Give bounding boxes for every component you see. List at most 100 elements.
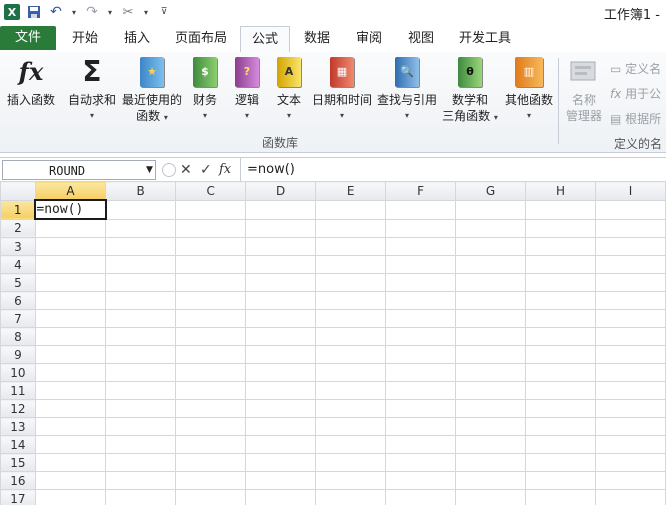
cell[interactable] — [34, 273, 107, 292]
date-time-button[interactable]: ▦ 日期和时间 ▾ — [310, 56, 374, 124]
cell[interactable] — [105, 199, 177, 220]
cell[interactable] — [245, 453, 317, 472]
tab-file[interactable]: 文件 — [0, 26, 56, 50]
active-cell[interactable]: =now() — [34, 199, 107, 220]
cell[interactable] — [105, 273, 177, 292]
tab-insert[interactable]: 插入 — [114, 26, 160, 52]
cell[interactable] — [34, 255, 107, 274]
cell[interactable] — [595, 237, 666, 256]
cell[interactable] — [175, 255, 247, 274]
cell[interactable] — [595, 489, 666, 505]
cell[interactable] — [315, 199, 387, 220]
cell[interactable] — [245, 381, 317, 400]
cell[interactable] — [595, 417, 666, 436]
cell[interactable] — [525, 327, 597, 346]
text-button[interactable]: A 文本 ▾ — [272, 56, 306, 124]
cell[interactable] — [34, 417, 107, 436]
column-header[interactable]: D — [245, 181, 317, 201]
cell[interactable] — [34, 218, 107, 238]
row-header[interactable]: 14 — [0, 435, 36, 454]
cell[interactable] — [525, 199, 597, 220]
customize-qat-icon[interactable]: ⊽ — [156, 4, 172, 20]
cell[interactable] — [105, 237, 177, 256]
cell[interactable] — [175, 309, 247, 328]
cell[interactable] — [315, 345, 387, 364]
row-header[interactable]: 3 — [0, 237, 36, 256]
cell[interactable] — [455, 199, 527, 220]
tab-view[interactable]: 视图 — [398, 26, 444, 52]
tab-developer[interactable]: 开发工具 — [452, 26, 518, 52]
cell[interactable] — [105, 381, 177, 400]
redo-dropdown-icon[interactable]: ▾ — [106, 4, 114, 20]
row-header[interactable]: 5 — [0, 273, 36, 292]
cell[interactable] — [245, 327, 317, 346]
row-header[interactable]: 6 — [0, 291, 36, 310]
cell[interactable] — [595, 399, 666, 418]
define-name-button[interactable]: ▭ 定义名 — [610, 60, 661, 77]
cancel-icon[interactable]: ✕ — [180, 160, 192, 180]
cell[interactable] — [385, 218, 457, 238]
cell[interactable] — [105, 363, 177, 382]
cell[interactable] — [385, 327, 457, 346]
cell[interactable] — [245, 363, 317, 382]
cell[interactable] — [385, 381, 457, 400]
row-header[interactable]: 1 — [0, 199, 36, 220]
cell[interactable] — [245, 237, 317, 256]
cell[interactable] — [175, 291, 247, 310]
cell[interactable] — [455, 255, 527, 274]
row-header[interactable]: 17 — [0, 489, 36, 505]
name-box[interactable]: ROUND — [2, 160, 156, 180]
cell[interactable] — [595, 309, 666, 328]
cell[interactable] — [315, 417, 387, 436]
cell[interactable] — [175, 363, 247, 382]
cell[interactable] — [525, 417, 597, 436]
lookup-reference-button[interactable]: 🔍 查找与引用 ▾ — [376, 56, 438, 124]
cell[interactable] — [385, 309, 457, 328]
cell[interactable] — [34, 291, 107, 310]
cell[interactable] — [595, 381, 666, 400]
cell[interactable] — [385, 453, 457, 472]
cell[interactable] — [525, 489, 597, 505]
check-icon[interactable]: ✓ — [200, 160, 212, 180]
cell[interactable] — [525, 237, 597, 256]
cell[interactable] — [455, 363, 527, 382]
row-header[interactable]: 16 — [0, 471, 36, 490]
row-header[interactable]: 8 — [0, 327, 36, 346]
cell[interactable] — [525, 435, 597, 454]
cell[interactable] — [525, 218, 597, 238]
cell[interactable] — [34, 381, 107, 400]
cell[interactable] — [595, 435, 666, 454]
column-header[interactable]: F — [385, 181, 457, 201]
column-header[interactable]: A — [34, 181, 107, 201]
cell[interactable] — [385, 417, 457, 436]
use-in-formula-button[interactable]: fx 用于公 — [610, 85, 661, 102]
cell[interactable] — [105, 399, 177, 418]
cell[interactable] — [105, 309, 177, 328]
tab-home[interactable]: 开始 — [62, 26, 108, 52]
save-icon[interactable] — [26, 4, 42, 20]
cell[interactable] — [385, 237, 457, 256]
cell[interactable] — [175, 399, 247, 418]
cell[interactable] — [525, 291, 597, 310]
expand-handle-icon[interactable] — [162, 163, 176, 177]
row-header[interactable]: 2 — [0, 218, 36, 238]
tools-icon[interactable]: ✂ — [120, 4, 136, 20]
cell[interactable] — [315, 399, 387, 418]
tab-review[interactable]: 审阅 — [346, 26, 392, 52]
tools-dropdown-icon[interactable]: ▾ — [142, 4, 150, 20]
cell[interactable] — [245, 199, 317, 220]
tab-formulas[interactable]: 公式 — [240, 26, 290, 54]
cell[interactable] — [245, 309, 317, 328]
autosum-button[interactable]: Σ 自动求和 ▾ — [66, 56, 118, 124]
column-header[interactable]: H — [525, 181, 597, 201]
cell[interactable] — [105, 471, 177, 490]
cell[interactable] — [315, 273, 387, 292]
cell[interactable] — [34, 489, 107, 505]
row-header[interactable]: 4 — [0, 255, 36, 274]
math-trig-button[interactable]: θ 数学和 三角函数 ▾ — [440, 56, 500, 126]
insert-function-fx-icon[interactable]: fx — [219, 160, 231, 180]
cell[interactable] — [455, 273, 527, 292]
cell[interactable] — [455, 489, 527, 505]
cell[interactable] — [455, 309, 527, 328]
cell[interactable] — [315, 255, 387, 274]
